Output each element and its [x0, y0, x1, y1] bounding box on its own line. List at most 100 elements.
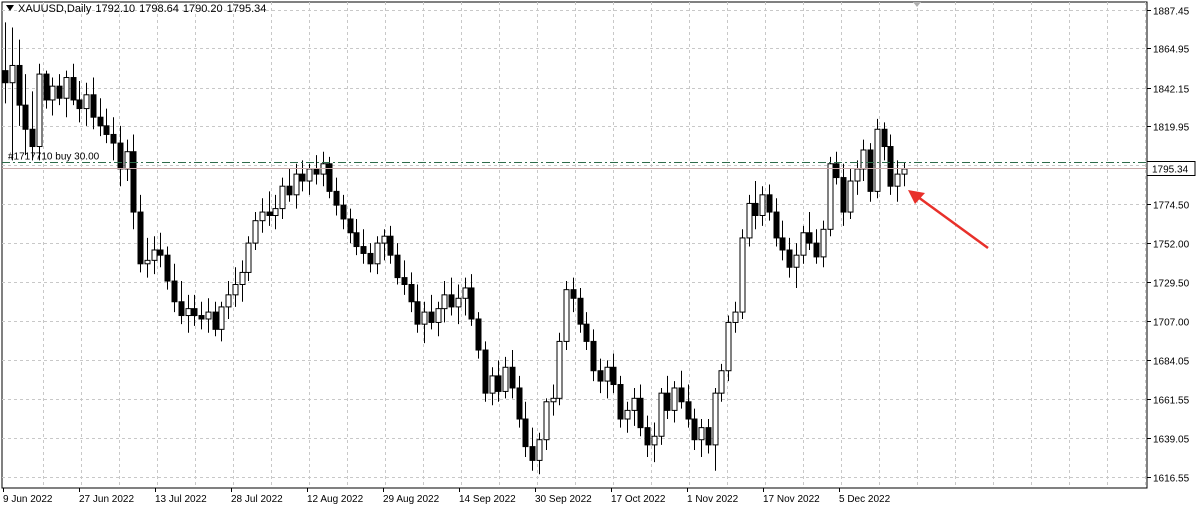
candle-body [218, 306, 225, 330]
candle-body [272, 208, 279, 217]
candle-body [9, 64, 16, 84]
candle-body [860, 149, 867, 170]
candle-body [83, 94, 90, 110]
candle-body [306, 168, 313, 182]
candle-body [435, 308, 442, 323]
candle-body [22, 104, 29, 130]
y-tick-label: 1661.55 [1153, 396, 1190, 407]
caret-down-icon[interactable] [6, 5, 14, 11]
candle-body [29, 128, 36, 148]
candle-body [137, 211, 144, 265]
candle-body [698, 427, 705, 441]
chart-frame: 1887.451864.951842.151819.951797.301774.… [0, 0, 1200, 510]
candle-body [732, 311, 739, 323]
candle-body [583, 323, 590, 342]
y-tick-label: 1842.15 [1153, 85, 1190, 96]
candle-body [752, 202, 759, 217]
candle-body [766, 194, 773, 213]
candle-body [739, 237, 746, 313]
candle-body [90, 94, 97, 118]
candle-body [43, 73, 50, 101]
x-tick-label: 12 Aug 2022 [307, 494, 364, 505]
candle-body [2, 70, 9, 84]
candle-body [56, 85, 63, 99]
plot-area [1, 1, 1148, 489]
x-tick-label: 5 Dec 2022 [839, 494, 891, 505]
candle-body [462, 287, 469, 299]
candle-body [529, 446, 536, 461]
candle-body [718, 370, 725, 394]
candle-body [563, 289, 570, 342]
candle-body [867, 149, 874, 192]
candle-body [151, 249, 158, 261]
x-tick-label: 29 Aug 2022 [383, 494, 440, 505]
candle-body [171, 280, 178, 303]
candle-body [779, 237, 786, 251]
candle-body [475, 318, 482, 351]
x-tick-label: 13 Jul 2022 [155, 494, 207, 505]
candle-body [63, 77, 70, 99]
candle-body [833, 163, 840, 179]
candle-body [894, 173, 901, 187]
candle-body [185, 308, 192, 317]
price-chart[interactable]: 1887.451864.951842.151819.951797.301774.… [0, 0, 1200, 510]
candle-body [887, 146, 894, 187]
candle-body [881, 128, 888, 148]
x-tick-label: 17 Oct 2022 [611, 494, 666, 505]
x-tick-label: 9 Jun 2022 [3, 494, 53, 505]
candle-body [408, 283, 415, 303]
y-tick-label: 1774.50 [1153, 201, 1190, 212]
candle-body [387, 235, 394, 256]
candle-body [232, 283, 239, 296]
candle-body [374, 242, 381, 265]
chart-header: XAUUSD,Daily 1792.10 1798.64 1790.20 1795.34 [6, 3, 270, 15]
y-tick-label: 1729.50 [1153, 279, 1190, 290]
candle-body [16, 64, 23, 106]
candle-body [691, 418, 698, 441]
candle-body [313, 168, 320, 175]
candle-body [259, 211, 266, 222]
candle-body [103, 125, 110, 135]
candle-body [326, 163, 333, 192]
candle-body [367, 252, 374, 265]
candle-body [144, 259, 151, 265]
candle-body [489, 375, 496, 394]
candle-body [840, 177, 847, 213]
candle-body [205, 311, 212, 320]
low-value: 1790.20 [182, 3, 223, 15]
y-tick-label: 1616.55 [1153, 474, 1190, 485]
y-tick-label: 1752.00 [1153, 240, 1190, 251]
candle-body [536, 439, 543, 461]
candle-body [286, 185, 293, 196]
high-value: 1798.64 [139, 3, 179, 15]
x-tick-label: 30 Sep 2022 [535, 494, 592, 505]
candle-body [901, 168, 908, 175]
candle-body [664, 392, 671, 411]
candle-body [97, 116, 104, 127]
candle-body [786, 249, 793, 268]
candle-body [631, 397, 638, 411]
close-value: 1795.34 [226, 3, 267, 15]
candle-body [225, 294, 232, 308]
candle-body [820, 228, 827, 258]
candle-body [773, 211, 780, 239]
candle-body [333, 190, 340, 206]
candle-body [671, 387, 678, 411]
candle-body [117, 142, 124, 170]
candle-body [130, 151, 137, 213]
candle-body [577, 297, 584, 325]
candle-body [658, 392, 665, 437]
candle-body [178, 301, 185, 317]
candle-body [252, 220, 259, 244]
x-tick-label: 28 Jul 2022 [231, 494, 283, 505]
candle-body [604, 366, 611, 382]
candle-body [110, 133, 117, 144]
candle-body [448, 294, 455, 308]
candle-body [827, 163, 834, 230]
candle-body [502, 366, 509, 392]
candle-body [124, 151, 131, 170]
candle-body [705, 427, 712, 446]
candle-body [610, 366, 617, 386]
candle-body [759, 194, 766, 217]
candle-body [340, 204, 347, 220]
